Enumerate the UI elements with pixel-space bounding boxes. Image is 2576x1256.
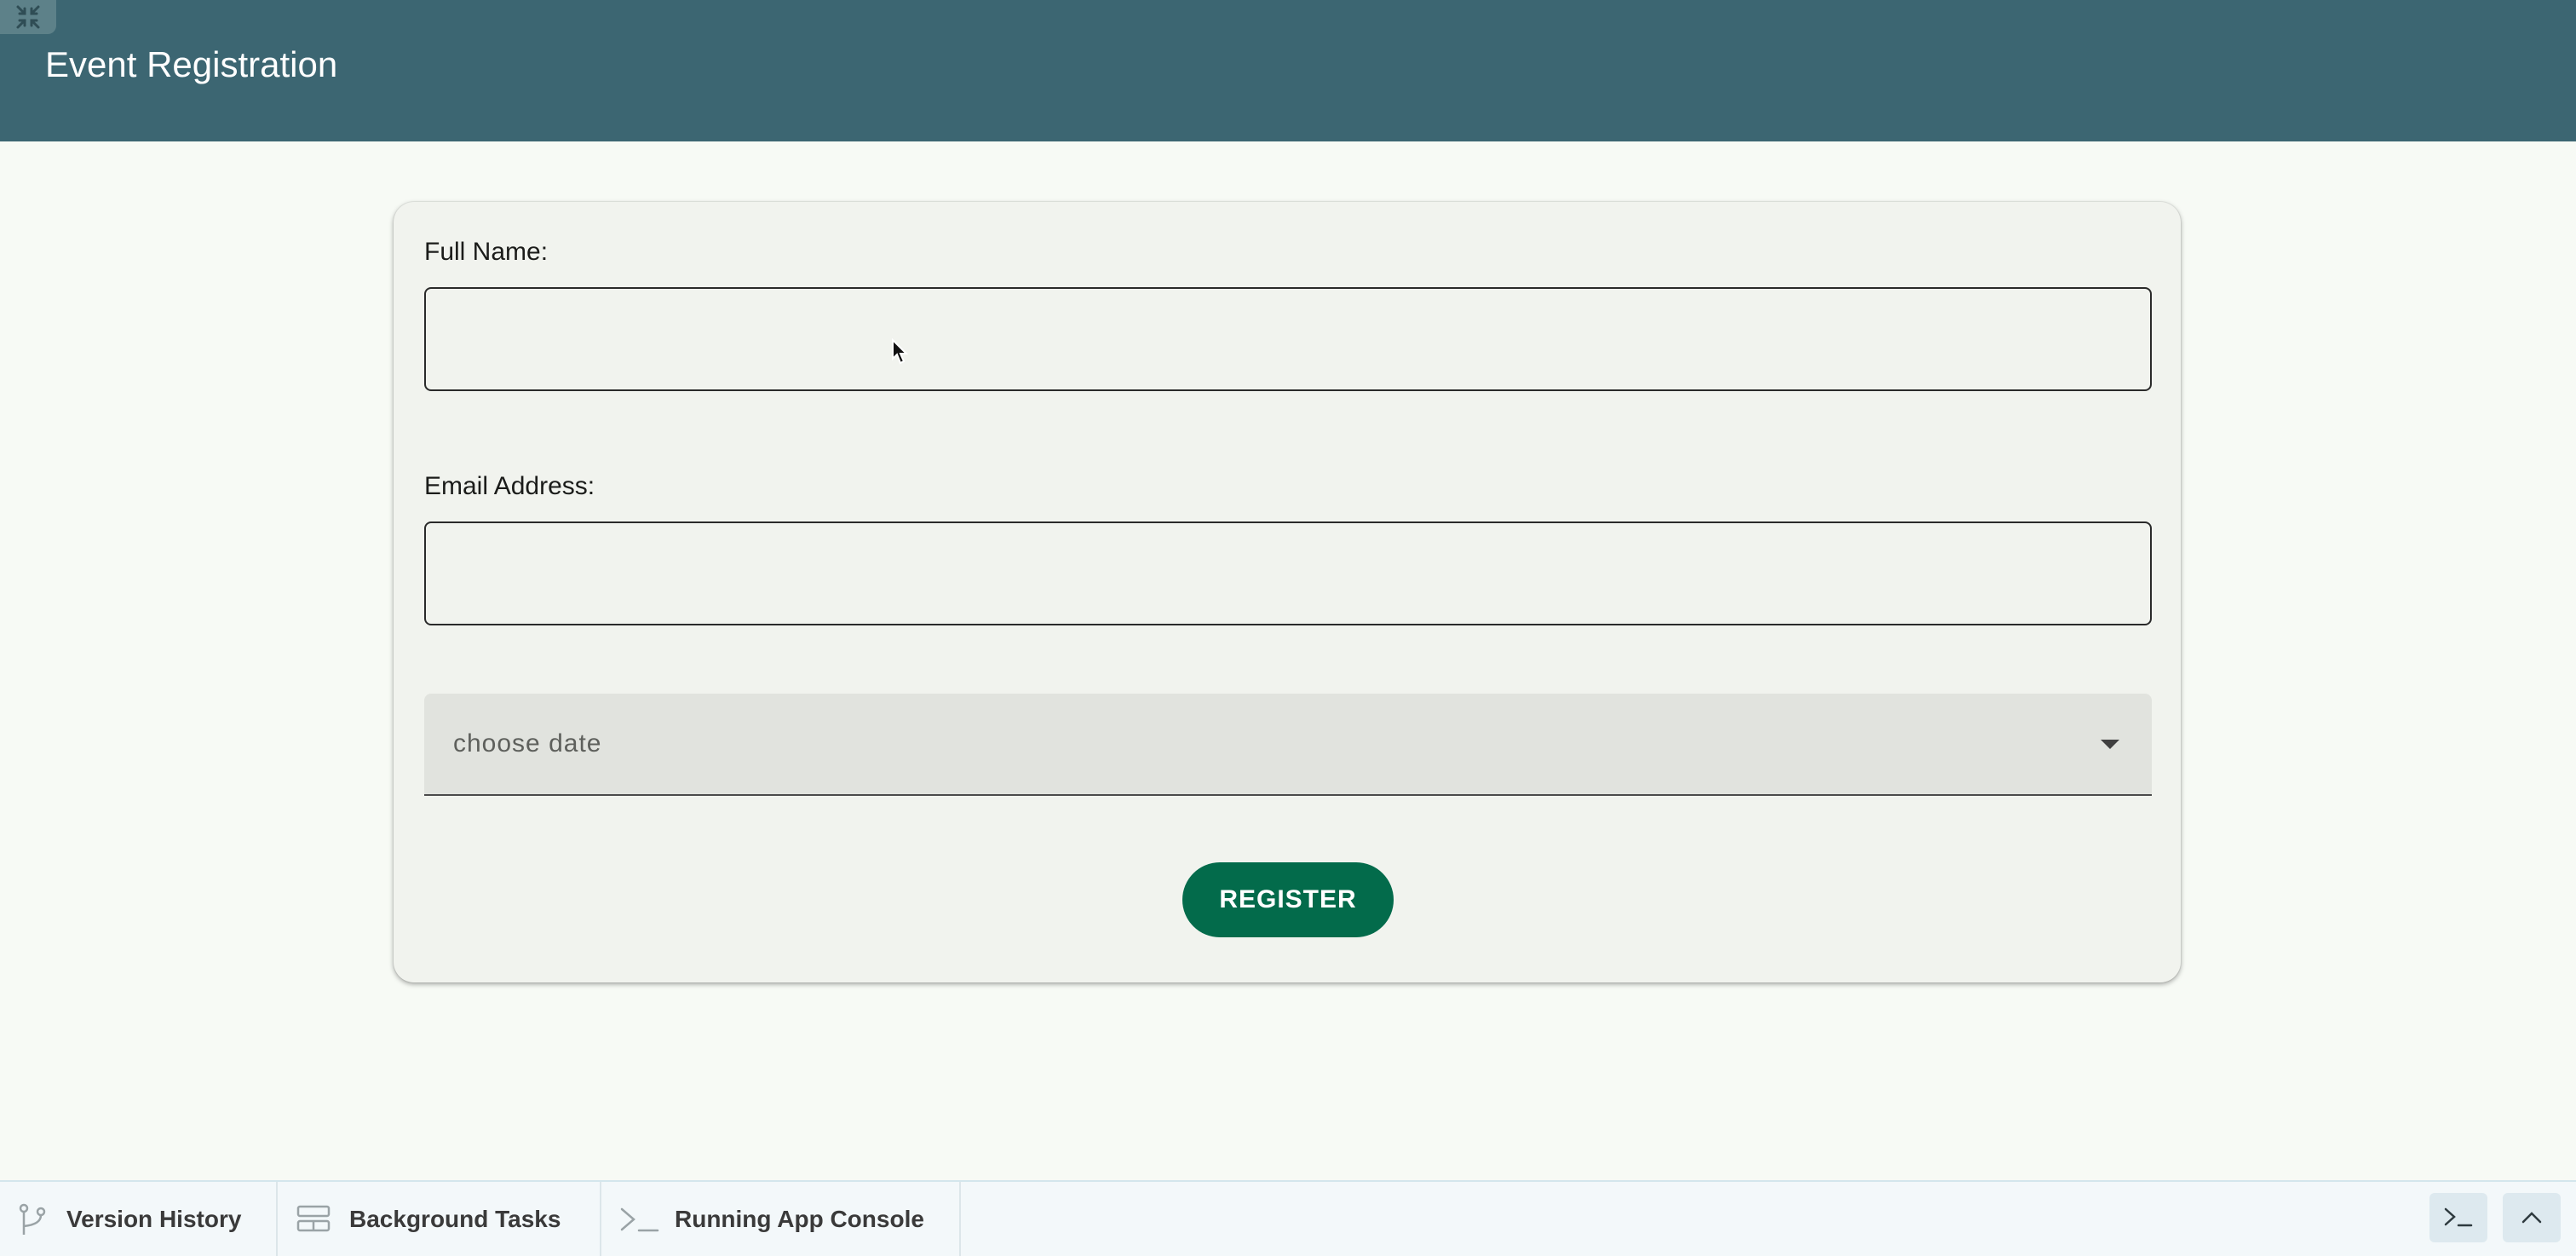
terminal-icon [2444,1207,2473,1227]
page-title: Event Registration [45,44,338,84]
register-button[interactable]: REGISTER [1182,862,1394,937]
mouse-pointer-icon [892,338,909,365]
console-toggle-button[interactable] [2429,1193,2487,1242]
tab-label: Background Tasks [349,1205,561,1232]
terminal-icon [620,1207,659,1232]
tab-background-tasks[interactable]: Background Tasks [278,1182,601,1256]
bottom-panel: Version History Background Tasks Running… [0,1180,2576,1256]
tasks-icon [296,1205,331,1232]
date-select-placeholder: choose date [453,729,602,758]
branch-icon [19,1203,46,1235]
collapse-arrows-icon [16,5,40,29]
app-header: Event Registration [0,0,2576,141]
collapse-button[interactable] [0,0,56,34]
expand-panel-button[interactable] [2503,1193,2561,1242]
full-name-label: Full Name: [424,238,549,266]
chevron-up-icon [2521,1212,2542,1224]
registration-form: Full Name: Email Address: choose date RE… [394,202,2181,982]
email-input[interactable] [424,521,2152,625]
tab-running-app-console[interactable]: Running App Console [601,1182,961,1256]
tab-label: Running App Console [675,1205,924,1232]
tab-label: Version History [66,1205,242,1232]
date-select[interactable]: choose date [424,694,2152,796]
caret-down-icon [2101,740,2119,749]
tab-version-history[interactable]: Version History [0,1182,278,1256]
full-name-input[interactable] [424,287,2152,391]
email-label: Email Address: [424,472,595,500]
